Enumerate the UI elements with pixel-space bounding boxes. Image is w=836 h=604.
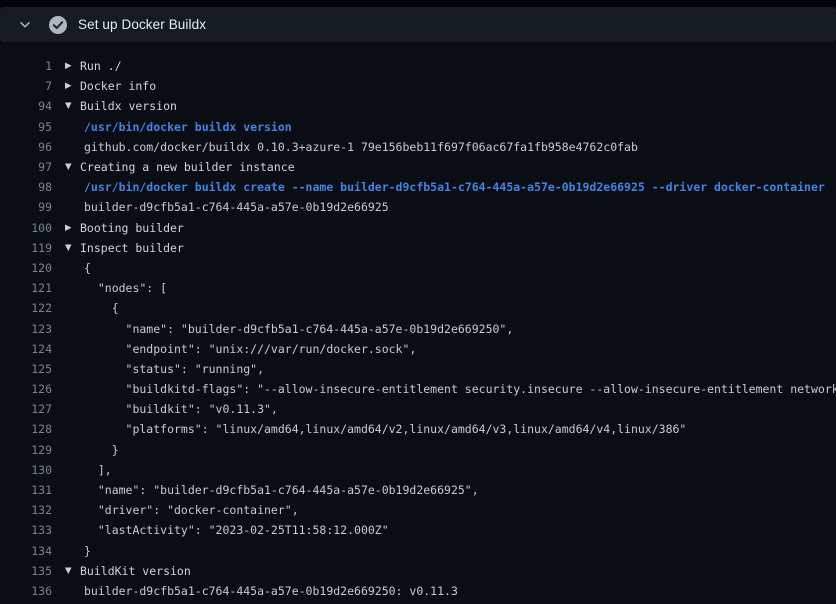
line-number-link[interactable]: 119 [0, 241, 52, 255]
log-text: "platforms": "linux/amd64,linux/amd64/v2… [84, 422, 686, 436]
log-text: github.com/docker/buildx 0.10.3+azure-1 … [84, 140, 638, 154]
log-text: ], [84, 463, 112, 477]
log-text: "endpoint": "unix:///var/run/docker.sock… [84, 342, 416, 356]
log-line[interactable]: 1▶Run ./ [0, 56, 836, 76]
log-text: Buildx version [80, 99, 177, 113]
log-line[interactable]: 97▼Creating a new builder instance [0, 157, 836, 177]
log-text: BuildKit version [80, 564, 191, 578]
log-text: Inspect builder [80, 241, 184, 255]
log-line: 128 "platforms": "linux/amd64,linux/amd6… [0, 419, 836, 439]
chevron-down-icon[interactable] [18, 18, 32, 32]
log-line: 132 "driver": "docker-container", [0, 500, 836, 520]
log-line: 127 "buildkit": "v0.11.3", [0, 399, 836, 419]
log-line: 120 { [0, 258, 836, 278]
line-number-link[interactable]: 95 [0, 120, 52, 134]
log-line: 125 "status": "running", [0, 359, 836, 379]
line-number-link[interactable]: 133 [0, 523, 52, 537]
log-text: "name": "builder-d9cfb5a1-c764-445a-a57e… [84, 483, 479, 497]
log-text: builder-d9cfb5a1-c764-445a-a57e-0b19d2e6… [84, 200, 389, 214]
line-number-link[interactable]: 136 [0, 584, 52, 598]
log-text: Booting builder [80, 221, 184, 235]
log-line[interactable]: 119▼Inspect builder [0, 238, 836, 258]
line-number-link[interactable]: 131 [0, 483, 52, 497]
log-lines: 1▶Run ./7▶Docker info94▼Buildx version95… [0, 56, 836, 601]
log-text: "lastActivity": "2023-02-25T11:58:12.000… [84, 523, 389, 537]
check-circle-icon [48, 15, 68, 35]
log-text: /usr/bin/docker buildx create --name bui… [84, 180, 825, 194]
log-text: "buildkit": "v0.11.3", [84, 402, 278, 416]
log-text: { [84, 301, 119, 315]
line-number-link[interactable]: 7 [0, 79, 52, 93]
log-text: /usr/bin/docker buildx version [84, 120, 292, 134]
log-line: 96 github.com/docker/buildx 0.10.3+azure-… [0, 137, 836, 157]
log-line[interactable]: 100▶Booting builder [0, 218, 836, 238]
log-text: Run ./ [80, 59, 122, 73]
triangle-collapsed-icon[interactable]: ▶ [52, 223, 80, 233]
log-line[interactable]: 94▼Buildx version [0, 96, 836, 116]
log-text: "name": "builder-d9cfb5a1-c764-445a-a57e… [84, 322, 513, 336]
log-line: 126 "buildkitd-flags": "--allow-insecure… [0, 379, 836, 399]
log-text: builder-d9cfb5a1-c764-445a-a57e-0b19d2e6… [84, 584, 458, 598]
line-number-link[interactable]: 94 [0, 99, 52, 113]
log-text: { [84, 261, 91, 275]
log-line: 130 ], [0, 460, 836, 480]
log-line[interactable]: 135▼BuildKit version [0, 561, 836, 581]
line-number-link[interactable]: 129 [0, 443, 52, 457]
log-line: 122 { [0, 298, 836, 318]
log-line: 124 "endpoint": "unix:///var/run/docker.… [0, 339, 836, 359]
log-text: "buildkitd-flags": "--allow-insecure-ent… [84, 382, 836, 396]
step-title: Set up Docker Buildx [78, 17, 206, 32]
log-line: 131 "name": "builder-d9cfb5a1-c764-445a-… [0, 480, 836, 500]
log-area: 1▶Run ./7▶Docker info94▼Buildx version95… [0, 42, 836, 604]
log-line[interactable]: 7▶Docker info [0, 76, 836, 96]
line-number-link[interactable]: 120 [0, 261, 52, 275]
step-header[interactable]: Set up Docker Buildx [0, 7, 836, 42]
log-line: 123 "name": "builder-d9cfb5a1-c764-445a-… [0, 318, 836, 338]
line-number-link[interactable]: 121 [0, 281, 52, 295]
triangle-expanded-icon[interactable]: ▼ [52, 162, 80, 172]
line-number-link[interactable]: 132 [0, 503, 52, 517]
line-number-link[interactable]: 97 [0, 160, 52, 174]
log-line: 136 builder-d9cfb5a1-c764-445a-a57e-0b19d… [0, 581, 836, 601]
triangle-expanded-icon[interactable]: ▼ [52, 566, 80, 576]
line-number-link[interactable]: 130 [0, 463, 52, 477]
line-number-link[interactable]: 96 [0, 140, 52, 154]
log-text: } [84, 443, 119, 457]
triangle-collapsed-icon[interactable]: ▶ [52, 61, 80, 71]
line-number-link[interactable]: 100 [0, 221, 52, 235]
log-line: 121 "nodes": [ [0, 278, 836, 298]
log-text: Docker info [80, 79, 156, 93]
line-number-link[interactable]: 1 [0, 59, 52, 73]
line-number-link[interactable]: 126 [0, 382, 52, 396]
line-number-link[interactable]: 125 [0, 362, 52, 376]
log-text: "driver": "docker-container", [84, 503, 299, 517]
page-background-strip [0, 0, 836, 7]
log-text: "nodes": [ [84, 281, 167, 295]
log-line: 95/usr/bin/docker buildx version [0, 117, 836, 137]
line-number-link[interactable]: 123 [0, 322, 52, 336]
log-text: "status": "running", [84, 362, 264, 376]
log-line: 99 builder-d9cfb5a1-c764-445a-a57e-0b19d2… [0, 197, 836, 217]
triangle-expanded-icon[interactable]: ▼ [52, 243, 80, 253]
line-number-link[interactable]: 135 [0, 564, 52, 578]
triangle-collapsed-icon[interactable]: ▶ [52, 81, 80, 91]
log-line: 133 "lastActivity": "2023-02-25T11:58:12… [0, 520, 836, 540]
line-number-link[interactable]: 128 [0, 422, 52, 436]
log-line: 129 } [0, 440, 836, 460]
triangle-expanded-icon[interactable]: ▼ [52, 101, 80, 111]
line-number-link[interactable]: 98 [0, 180, 52, 194]
line-number-link[interactable]: 99 [0, 200, 52, 214]
log-line: 134} [0, 541, 836, 561]
line-number-link[interactable]: 127 [0, 402, 52, 416]
log-line: 98/usr/bin/docker buildx create --name b… [0, 177, 836, 197]
log-text: Creating a new builder instance [80, 160, 295, 174]
line-number-link[interactable]: 124 [0, 342, 52, 356]
log-text: } [84, 544, 91, 558]
line-number-link[interactable]: 134 [0, 544, 52, 558]
line-number-link[interactable]: 122 [0, 301, 52, 315]
